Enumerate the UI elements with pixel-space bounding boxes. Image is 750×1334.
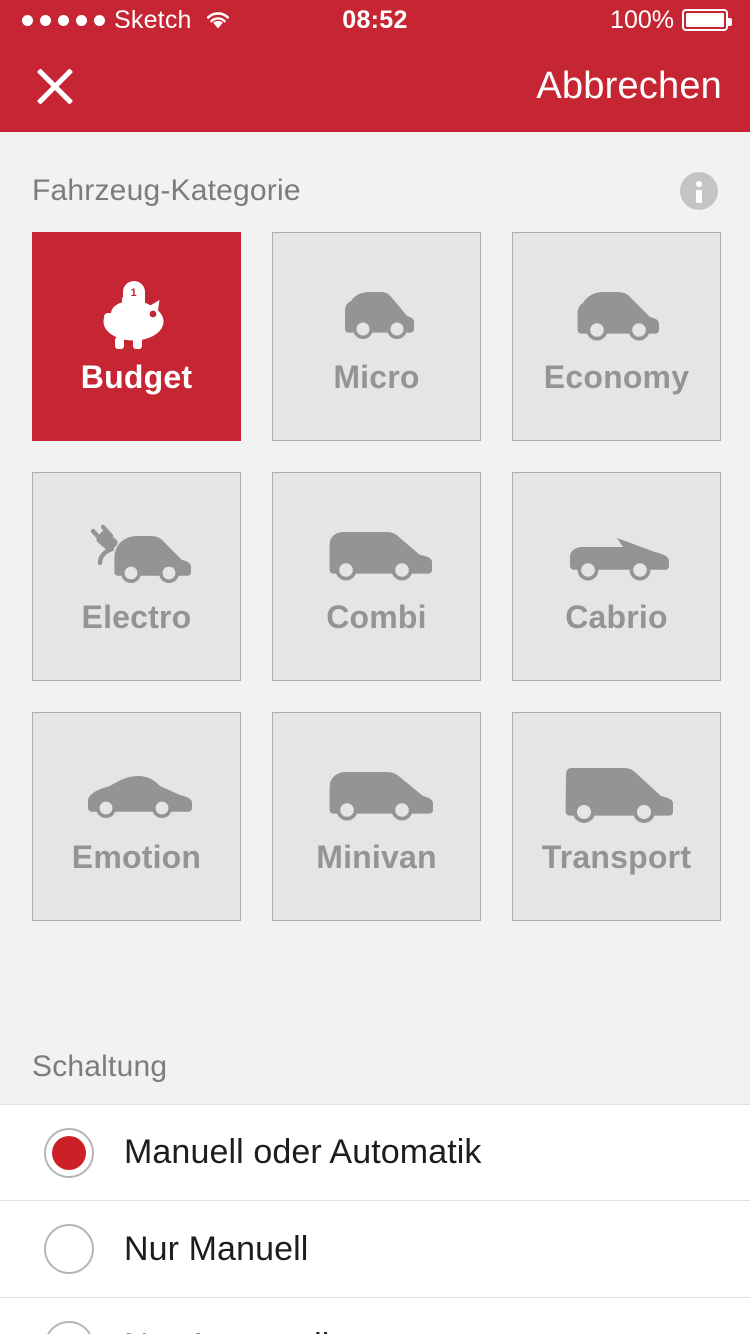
micro-car-icon bbox=[323, 277, 431, 355]
piggy-bank-icon: 1 bbox=[91, 277, 183, 355]
radio-option-nur-manuell[interactable]: Nur Manuell bbox=[0, 1201, 750, 1298]
category-tile-label: Micro bbox=[333, 359, 420, 395]
radio-option-label: Manuell oder Automatik bbox=[124, 1133, 482, 1171]
info-icon[interactable] bbox=[680, 172, 718, 210]
category-tile-label: Electro bbox=[81, 599, 192, 635]
category-tile-label: Combi bbox=[326, 599, 427, 635]
close-x-icon[interactable] bbox=[28, 59, 82, 113]
category-tile-electro[interactable]: Electro bbox=[32, 472, 241, 681]
wagon-car-icon bbox=[314, 517, 440, 595]
radio-button-icon bbox=[44, 1127, 94, 1178]
category-tile-cabrio[interactable]: Cabrio bbox=[512, 472, 721, 681]
radio-option-label: Nur Manuell bbox=[124, 1229, 309, 1268]
category-grid: 1 Budget Micro Economy Electro Combi Cab… bbox=[0, 210, 750, 921]
van-icon bbox=[552, 757, 682, 835]
category-tile-label: Transport bbox=[541, 839, 692, 875]
category-tile-label: Minivan bbox=[316, 839, 437, 875]
electric-car-icon bbox=[71, 517, 203, 595]
svg-text:1: 1 bbox=[130, 287, 136, 299]
battery-icon bbox=[682, 9, 732, 31]
transmission-options-list: Manuell oder Automatik Nur Manuell Nur A… bbox=[0, 1104, 750, 1334]
category-tile-micro[interactable]: Micro bbox=[272, 232, 481, 441]
status-bar-right: 100% bbox=[610, 5, 732, 35]
radio-option-nur-automatik[interactable]: Nur Automatik bbox=[0, 1298, 750, 1334]
cancel-button[interactable]: Abbrechen bbox=[536, 65, 722, 108]
category-tile-label: Budget bbox=[80, 359, 193, 395]
radio-option-label: Nur Automatik bbox=[124, 1327, 339, 1334]
category-tile-label: Economy bbox=[543, 359, 690, 395]
category-tile-emotion[interactable]: Emotion bbox=[32, 712, 241, 921]
radio-button-icon bbox=[44, 1224, 94, 1274]
category-tile-label: Emotion bbox=[71, 839, 202, 875]
content-area: Fahrzeug-Kategorie 1 Budget Micro Econom… bbox=[0, 132, 750, 921]
convertible-car-icon bbox=[554, 517, 680, 595]
status-bar: Sketch 08:52 100% bbox=[0, 0, 750, 40]
category-tile-combi[interactable]: Combi bbox=[272, 472, 481, 681]
category-tile-economy[interactable]: Economy bbox=[512, 232, 721, 441]
battery-percent-label: 100% bbox=[610, 5, 674, 34]
radio-option-manuell-oder-automatik[interactable]: Manuell oder Automatik bbox=[0, 1104, 750, 1201]
category-tile-budget[interactable]: 1 Budget bbox=[32, 232, 241, 441]
category-tile-minivan[interactable]: Minivan bbox=[272, 712, 481, 921]
category-tile-label: Cabrio bbox=[565, 599, 668, 635]
radio-button-icon bbox=[44, 1321, 94, 1334]
economy-car-icon bbox=[559, 277, 675, 355]
category-section-label: Fahrzeug-Kategorie bbox=[32, 174, 301, 207]
app-screen: Sketch 08:52 100% Abbrechen Fahrzeug-Kat… bbox=[0, 0, 750, 1334]
minivan-icon bbox=[314, 757, 440, 835]
navigation-bar: Abbrechen bbox=[0, 40, 750, 132]
category-section-header: Fahrzeug-Kategorie bbox=[0, 132, 750, 210]
sports-car-icon bbox=[74, 757, 200, 835]
transmission-section-label: Schaltung bbox=[32, 1050, 168, 1083]
category-tile-transport[interactable]: Transport bbox=[512, 712, 721, 921]
